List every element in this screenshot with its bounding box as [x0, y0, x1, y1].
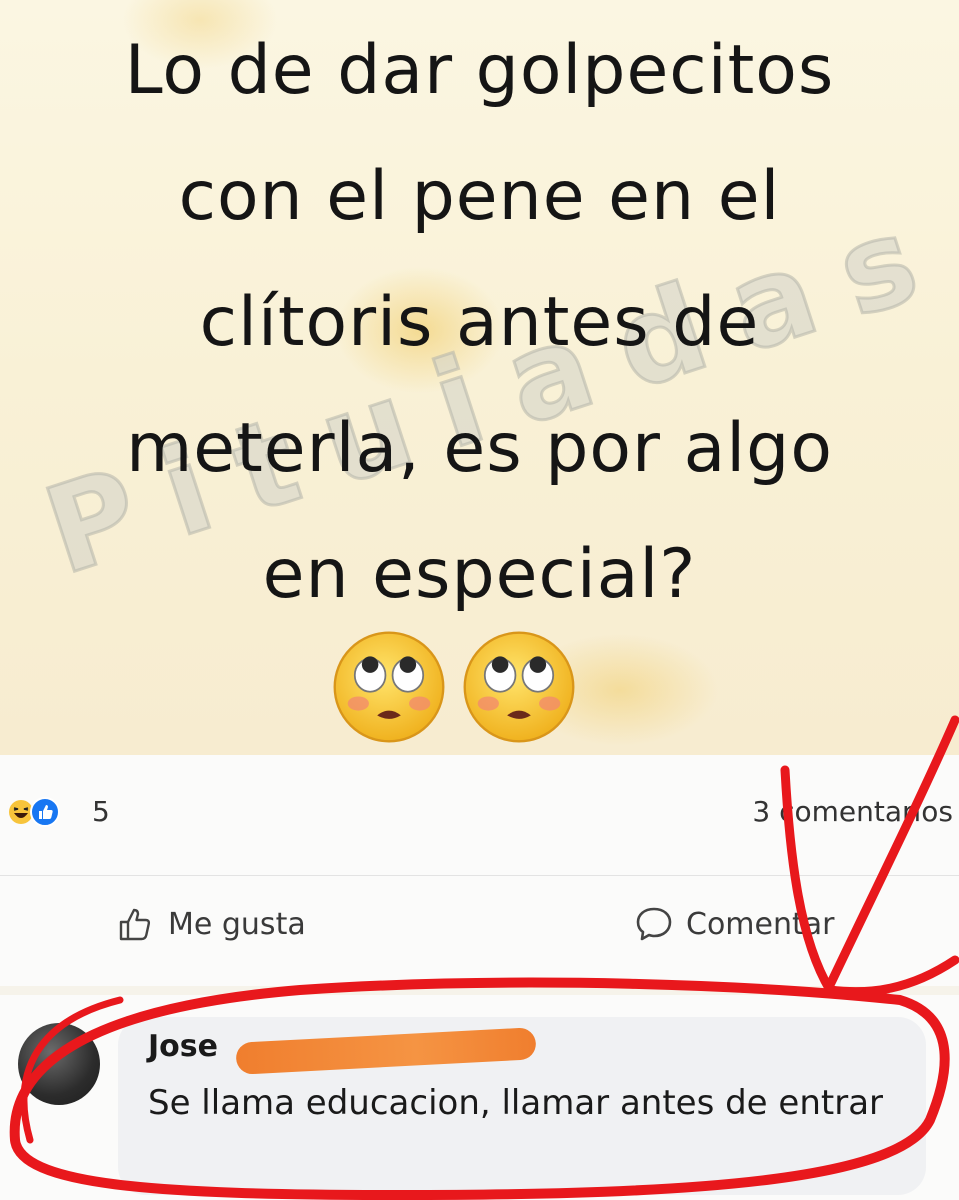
face-with-rolling-eyes-icon — [460, 628, 578, 746]
like-reaction-icon — [30, 797, 60, 827]
comment-button[interactable]: Comentar — [634, 904, 834, 944]
comment-item: Jose Se llama educacion, llamar antes de… — [0, 995, 959, 1200]
post-stats-bar: 5 3 comentarios — [0, 755, 959, 876]
post-text: Lo de dar golpecitos con el pene en el c… — [20, 8, 939, 638]
reaction-icons[interactable] — [8, 797, 60, 827]
comments-count-link[interactable]: 3 comentarios — [752, 795, 953, 828]
post-image: Pituiadas Lo de dar golpecitos con el pe… — [0, 0, 959, 755]
comment-text: Se llama educacion, llamar antes de entr… — [148, 1083, 884, 1123]
emoji-row — [330, 628, 578, 746]
redaction-scribble — [235, 1027, 537, 1075]
thumbs-up-icon — [119, 908, 151, 941]
like-button[interactable]: Me gusta — [116, 904, 306, 944]
comment-bubble: Jose Se llama educacion, llamar antes de… — [118, 1017, 926, 1195]
post-text-line: Lo de dar golpecitos — [124, 31, 835, 110]
like-button-label: Me gusta — [168, 906, 306, 942]
comment-author[interactable]: Jose — [148, 1029, 218, 1064]
post-actions-bar: Me gusta Comentar — [0, 876, 959, 986]
post-text-line: en especial? — [262, 535, 697, 614]
post-text-line: clítoris antes de — [199, 283, 760, 362]
face-with-rolling-eyes-icon — [330, 628, 448, 746]
reaction-count[interactable]: 5 — [92, 795, 110, 828]
comment-button-label: Comentar — [686, 906, 835, 942]
post-text-line: meterla, es por algo — [126, 409, 833, 488]
avatar[interactable] — [18, 1023, 100, 1105]
comment-bubble-icon — [636, 907, 672, 941]
post-text-line: con el pene en el — [178, 157, 781, 236]
